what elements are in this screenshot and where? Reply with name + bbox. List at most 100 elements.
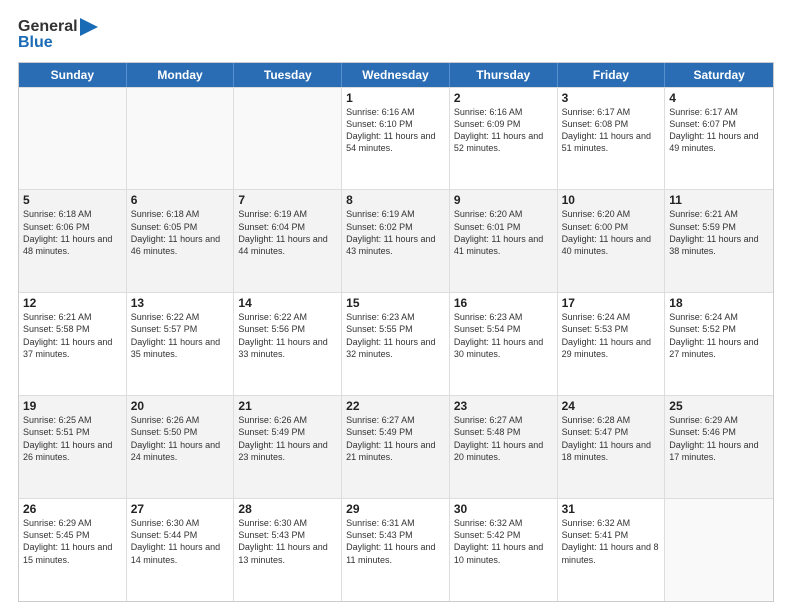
calendar-cell: 3Sunrise: 6:17 AMSunset: 6:08 PMDaylight…	[558, 88, 666, 190]
day-number: 6	[131, 193, 230, 207]
calendar-header: SundayMondayTuesdayWednesdayThursdayFrid…	[19, 63, 773, 87]
calendar-cell: 17Sunrise: 6:24 AMSunset: 5:53 PMDayligh…	[558, 293, 666, 395]
calendar-cell: 20Sunrise: 6:26 AMSunset: 5:50 PMDayligh…	[127, 396, 235, 498]
day-number: 21	[238, 399, 337, 413]
day-of-week-header: Saturday	[665, 63, 773, 87]
cell-info: Sunrise: 6:21 AMSunset: 5:59 PMDaylight:…	[669, 208, 769, 257]
cell-info: Sunrise: 6:20 AMSunset: 6:01 PMDaylight:…	[454, 208, 553, 257]
day-of-week-header: Tuesday	[234, 63, 342, 87]
cell-info: Sunrise: 6:32 AMSunset: 5:42 PMDaylight:…	[454, 517, 553, 566]
calendar-row: 5Sunrise: 6:18 AMSunset: 6:06 PMDaylight…	[19, 189, 773, 292]
day-number: 16	[454, 296, 553, 310]
calendar-cell: 18Sunrise: 6:24 AMSunset: 5:52 PMDayligh…	[665, 293, 773, 395]
cell-info: Sunrise: 6:31 AMSunset: 5:43 PMDaylight:…	[346, 517, 445, 566]
cell-info: Sunrise: 6:29 AMSunset: 5:45 PMDaylight:…	[23, 517, 122, 566]
day-number: 13	[131, 296, 230, 310]
day-number: 28	[238, 502, 337, 516]
calendar-cell: 1Sunrise: 6:16 AMSunset: 6:10 PMDaylight…	[342, 88, 450, 190]
calendar-cell: 31Sunrise: 6:32 AMSunset: 5:41 PMDayligh…	[558, 499, 666, 601]
calendar-cell: 10Sunrise: 6:20 AMSunset: 6:00 PMDayligh…	[558, 190, 666, 292]
calendar-cell: 15Sunrise: 6:23 AMSunset: 5:55 PMDayligh…	[342, 293, 450, 395]
day-number: 3	[562, 91, 661, 105]
calendar-cell: 26Sunrise: 6:29 AMSunset: 5:45 PMDayligh…	[19, 499, 127, 601]
day-number: 5	[23, 193, 122, 207]
calendar-cell: 9Sunrise: 6:20 AMSunset: 6:01 PMDaylight…	[450, 190, 558, 292]
cell-info: Sunrise: 6:23 AMSunset: 5:54 PMDaylight:…	[454, 311, 553, 360]
day-number: 10	[562, 193, 661, 207]
cell-info: Sunrise: 6:18 AMSunset: 6:05 PMDaylight:…	[131, 208, 230, 257]
day-number: 12	[23, 296, 122, 310]
cell-info: Sunrise: 6:21 AMSunset: 5:58 PMDaylight:…	[23, 311, 122, 360]
day-number: 31	[562, 502, 661, 516]
logo: General Blue	[18, 18, 98, 52]
calendar-row: 26Sunrise: 6:29 AMSunset: 5:45 PMDayligh…	[19, 498, 773, 601]
cell-info: Sunrise: 6:26 AMSunset: 5:50 PMDaylight:…	[131, 414, 230, 463]
day-number: 26	[23, 502, 122, 516]
calendar-cell	[19, 88, 127, 190]
day-number: 17	[562, 296, 661, 310]
calendar-cell: 14Sunrise: 6:22 AMSunset: 5:56 PMDayligh…	[234, 293, 342, 395]
calendar-cell: 6Sunrise: 6:18 AMSunset: 6:05 PMDaylight…	[127, 190, 235, 292]
cell-info: Sunrise: 6:25 AMSunset: 5:51 PMDaylight:…	[23, 414, 122, 463]
day-number: 2	[454, 91, 553, 105]
header: General Blue	[18, 18, 774, 52]
cell-info: Sunrise: 6:18 AMSunset: 6:06 PMDaylight:…	[23, 208, 122, 257]
cell-info: Sunrise: 6:30 AMSunset: 5:44 PMDaylight:…	[131, 517, 230, 566]
calendar-cell: 8Sunrise: 6:19 AMSunset: 6:02 PMDaylight…	[342, 190, 450, 292]
cell-info: Sunrise: 6:20 AMSunset: 6:00 PMDaylight:…	[562, 208, 661, 257]
day-number: 30	[454, 502, 553, 516]
calendar-cell: 30Sunrise: 6:32 AMSunset: 5:42 PMDayligh…	[450, 499, 558, 601]
calendar-cell: 22Sunrise: 6:27 AMSunset: 5:49 PMDayligh…	[342, 396, 450, 498]
day-number: 23	[454, 399, 553, 413]
day-number: 15	[346, 296, 445, 310]
calendar-cell: 24Sunrise: 6:28 AMSunset: 5:47 PMDayligh…	[558, 396, 666, 498]
page: General Blue SundayMondayTuesdayWednesda…	[0, 0, 792, 612]
cell-info: Sunrise: 6:29 AMSunset: 5:46 PMDaylight:…	[669, 414, 769, 463]
day-number: 18	[669, 296, 769, 310]
calendar-cell	[665, 499, 773, 601]
calendar-row: 19Sunrise: 6:25 AMSunset: 5:51 PMDayligh…	[19, 395, 773, 498]
calendar-row: 12Sunrise: 6:21 AMSunset: 5:58 PMDayligh…	[19, 292, 773, 395]
calendar-cell: 2Sunrise: 6:16 AMSunset: 6:09 PMDaylight…	[450, 88, 558, 190]
day-number: 24	[562, 399, 661, 413]
cell-info: Sunrise: 6:28 AMSunset: 5:47 PMDaylight:…	[562, 414, 661, 463]
calendar-cell: 11Sunrise: 6:21 AMSunset: 5:59 PMDayligh…	[665, 190, 773, 292]
calendar-row: 1Sunrise: 6:16 AMSunset: 6:10 PMDaylight…	[19, 87, 773, 190]
calendar-cell: 29Sunrise: 6:31 AMSunset: 5:43 PMDayligh…	[342, 499, 450, 601]
cell-info: Sunrise: 6:22 AMSunset: 5:56 PMDaylight:…	[238, 311, 337, 360]
day-of-week-header: Sunday	[19, 63, 127, 87]
day-number: 9	[454, 193, 553, 207]
cell-info: Sunrise: 6:19 AMSunset: 6:02 PMDaylight:…	[346, 208, 445, 257]
cell-info: Sunrise: 6:23 AMSunset: 5:55 PMDaylight:…	[346, 311, 445, 360]
cell-info: Sunrise: 6:24 AMSunset: 5:52 PMDaylight:…	[669, 311, 769, 360]
calendar-cell: 25Sunrise: 6:29 AMSunset: 5:46 PMDayligh…	[665, 396, 773, 498]
calendar-cell: 16Sunrise: 6:23 AMSunset: 5:54 PMDayligh…	[450, 293, 558, 395]
day-number: 20	[131, 399, 230, 413]
calendar-body: 1Sunrise: 6:16 AMSunset: 6:10 PMDaylight…	[19, 87, 773, 601]
cell-info: Sunrise: 6:24 AMSunset: 5:53 PMDaylight:…	[562, 311, 661, 360]
calendar: SundayMondayTuesdayWednesdayThursdayFrid…	[18, 62, 774, 602]
calendar-cell: 7Sunrise: 6:19 AMSunset: 6:04 PMDaylight…	[234, 190, 342, 292]
day-number: 1	[346, 91, 445, 105]
calendar-cell: 23Sunrise: 6:27 AMSunset: 5:48 PMDayligh…	[450, 396, 558, 498]
day-of-week-header: Monday	[127, 63, 235, 87]
calendar-cell	[234, 88, 342, 190]
cell-info: Sunrise: 6:27 AMSunset: 5:49 PMDaylight:…	[346, 414, 445, 463]
calendar-cell: 27Sunrise: 6:30 AMSunset: 5:44 PMDayligh…	[127, 499, 235, 601]
cell-info: Sunrise: 6:16 AMSunset: 6:09 PMDaylight:…	[454, 106, 553, 155]
calendar-cell: 19Sunrise: 6:25 AMSunset: 5:51 PMDayligh…	[19, 396, 127, 498]
calendar-cell: 28Sunrise: 6:30 AMSunset: 5:43 PMDayligh…	[234, 499, 342, 601]
cell-info: Sunrise: 6:32 AMSunset: 5:41 PMDaylight:…	[562, 517, 661, 566]
day-number: 25	[669, 399, 769, 413]
day-number: 14	[238, 296, 337, 310]
day-number: 8	[346, 193, 445, 207]
calendar-cell	[127, 88, 235, 190]
day-number: 4	[669, 91, 769, 105]
calendar-cell: 4Sunrise: 6:17 AMSunset: 6:07 PMDaylight…	[665, 88, 773, 190]
calendar-cell: 13Sunrise: 6:22 AMSunset: 5:57 PMDayligh…	[127, 293, 235, 395]
day-number: 11	[669, 193, 769, 207]
day-of-week-header: Wednesday	[342, 63, 450, 87]
cell-info: Sunrise: 6:17 AMSunset: 6:08 PMDaylight:…	[562, 106, 661, 155]
day-number: 29	[346, 502, 445, 516]
calendar-cell: 21Sunrise: 6:26 AMSunset: 5:49 PMDayligh…	[234, 396, 342, 498]
